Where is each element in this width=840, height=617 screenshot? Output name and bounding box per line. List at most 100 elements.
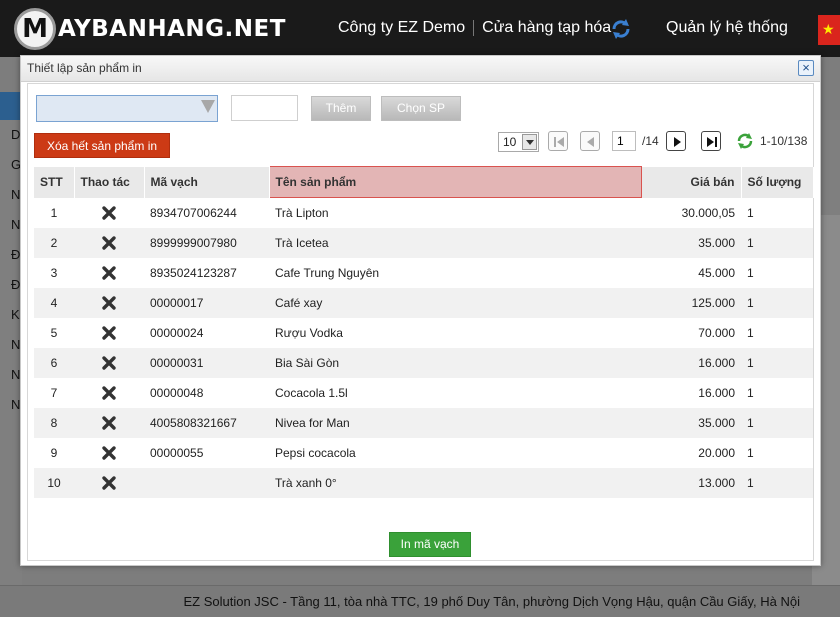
cell-name: Trà Icetea xyxy=(269,227,641,258)
cell-name: Bia Sài Gòn xyxy=(269,347,641,378)
print-barcode-button[interactable]: In mã vạch xyxy=(389,532,471,557)
cell-action xyxy=(74,467,144,498)
page-size-select[interactable]: 10 xyxy=(498,132,539,152)
delete-x-icon[interactable] xyxy=(101,445,117,461)
column-header-stt[interactable]: STT xyxy=(34,166,75,198)
delete-x-icon[interactable] xyxy=(101,385,117,401)
cell-stt: 7 xyxy=(50,385,58,400)
chevron-down-icon[interactable] xyxy=(522,134,537,150)
table-row[interactable]: 8 4005808321667 Nivea for Man 35.000 1 xyxy=(34,407,813,438)
vietnam-flag-icon[interactable]: ★ xyxy=(818,15,840,45)
last-page-icon[interactable] xyxy=(701,131,721,151)
add-button[interactable]: Thêm xyxy=(311,96,371,121)
add-product-toolbar: Thêm Chọn SP xyxy=(36,95,806,123)
table-row[interactable]: 6 00000031 Bia Sài Gòn 16.000 1 xyxy=(34,347,813,378)
store-name[interactable]: Cửa hàng tạp hóa xyxy=(482,19,611,37)
chevron-down-icon[interactable] xyxy=(201,100,215,113)
cell-qty: 1 xyxy=(747,325,754,340)
cell-stt: 8 xyxy=(34,407,74,438)
record-range: 1-10/138 xyxy=(760,134,808,148)
background-sidebar-item: D xyxy=(11,127,21,142)
cell-barcode: 00000048 xyxy=(150,385,204,400)
delete-x-icon[interactable] xyxy=(101,205,117,221)
product-select[interactable] xyxy=(36,95,218,122)
column-header-price[interactable]: Giá bán xyxy=(641,166,742,198)
cell-price: 30.000,05 xyxy=(681,205,735,220)
refresh-icon[interactable] xyxy=(736,132,754,150)
company-name[interactable]: Công ty EZ Demo xyxy=(338,19,465,37)
quantity-input[interactable] xyxy=(231,95,298,121)
dialog-body: Thêm Chọn SP Xóa hết sản phẩm in 10 /14 xyxy=(27,83,814,561)
table-header-row: STT Thao tác Mã vạch Tên sản phẩm Giá bá… xyxy=(34,166,814,198)
table-row[interactable]: 2 8999999007980 Trà Icetea 35.000 1 xyxy=(34,227,813,258)
cell-stt: 2 xyxy=(34,227,74,258)
print-products-table: STT Thao tác Mã vạch Tên sản phẩm Giá bá… xyxy=(34,166,814,498)
background-sidebar-item: N xyxy=(11,337,21,352)
next-page-icon[interactable] xyxy=(666,131,686,151)
cell-name: Pepsi cocacola xyxy=(275,445,356,460)
cell-stt: 4 xyxy=(34,287,74,318)
sync-icon[interactable] xyxy=(610,18,632,40)
column-header-name[interactable]: Tên sản phẩm xyxy=(268,166,642,198)
background-menu-bar xyxy=(0,92,22,120)
column-header-qty[interactable]: Số lượng xyxy=(741,166,814,198)
footer-address: EZ Solution JSC - Tầng 11, tòa nhà TTC, … xyxy=(183,594,800,609)
cell-action xyxy=(74,438,144,468)
background-sidebar-item: G xyxy=(11,157,22,172)
delete-x-icon[interactable] xyxy=(101,325,117,341)
logo-text: AYBANHANG.NET xyxy=(58,16,286,42)
page-size-value: 10 xyxy=(503,135,517,149)
cell-qty: 1 xyxy=(741,227,813,258)
cell-name: Trà xanh 0° xyxy=(269,467,641,498)
cell-action xyxy=(74,378,144,408)
table-row[interactable]: 10 Trà xanh 0° 13.000 1 xyxy=(34,467,813,498)
clear-all-button[interactable]: Xóa hết sản phẩm in xyxy=(34,133,170,158)
cell-name: Nivea for Man xyxy=(269,407,641,438)
table-row[interactable]: 3 8935024123287 Cafe Trung Nguyên 45.000 1 xyxy=(34,258,813,288)
cell-action xyxy=(74,407,144,438)
background-sidebar-item: N xyxy=(11,397,21,412)
delete-x-icon[interactable] xyxy=(101,235,117,251)
cell-qty: 1 xyxy=(747,265,754,280)
table-row[interactable]: 4 00000017 Café xay 125.000 1 xyxy=(34,287,813,318)
cell-action xyxy=(74,258,144,288)
background-sidebar-item: N xyxy=(11,187,21,202)
cell-stt: 6 xyxy=(34,347,74,378)
cell-action xyxy=(74,198,144,228)
delete-x-icon[interactable] xyxy=(101,355,117,371)
cell-price: 16.000 xyxy=(698,385,735,400)
table-row[interactable]: 9 00000055 Pepsi cocacola 20.000 1 xyxy=(34,438,813,468)
column-header-barcode[interactable]: Mã vạch xyxy=(144,166,270,198)
delete-x-icon[interactable] xyxy=(101,295,117,311)
cell-price: 70.000 xyxy=(698,325,735,340)
column-header-action[interactable]: Thao tác xyxy=(74,166,145,198)
close-icon[interactable]: × xyxy=(798,60,814,76)
cell-stt: 10 xyxy=(34,467,74,498)
table-row[interactable]: 5 00000024 Rượu Vodka 70.000 1 xyxy=(34,318,813,348)
cell-qty: 1 xyxy=(747,445,754,460)
cell-qty: 1 xyxy=(741,287,813,318)
print-settings-dialog: Thiết lập sản phẩm in × Thêm Chọn SP Xóa… xyxy=(20,55,821,566)
page-number-input[interactable] xyxy=(612,131,636,151)
choose-product-button[interactable]: Chọn SP xyxy=(381,96,461,121)
cell-stt: 9 xyxy=(50,445,58,460)
background-sidebar-item: N xyxy=(11,367,21,382)
delete-x-icon[interactable] xyxy=(101,415,117,431)
table-row[interactable]: 7 00000048 Cocacola 1.5l 16.000 1 xyxy=(34,378,813,408)
background-sidebar-item: Đ xyxy=(11,247,21,262)
logo[interactable]: M AYBANHANG.NET xyxy=(14,6,286,52)
delete-x-icon[interactable] xyxy=(101,475,117,491)
system-admin-link[interactable]: Quản lý hệ thống xyxy=(666,19,788,37)
cell-name: Cocacola 1.5l xyxy=(275,385,348,400)
delete-x-icon[interactable] xyxy=(101,265,117,281)
cell-barcode: 00000055 xyxy=(150,445,204,460)
prev-page-icon[interactable] xyxy=(580,131,600,151)
background-sidebar: DGNNĐĐKNNN xyxy=(0,120,22,585)
dialog-title-bar[interactable]: Thiết lập sản phẩm in × xyxy=(21,56,820,82)
pagination: 10 /14 1-10/138 xyxy=(498,131,812,155)
table-row[interactable]: 1 8934707006244 Trà Lipton 30.000,05 1 xyxy=(34,198,813,228)
cell-action xyxy=(74,318,144,348)
first-page-icon[interactable] xyxy=(548,131,568,151)
cell-qty: 1 xyxy=(741,347,813,378)
cell-qty: 1 xyxy=(741,407,813,438)
